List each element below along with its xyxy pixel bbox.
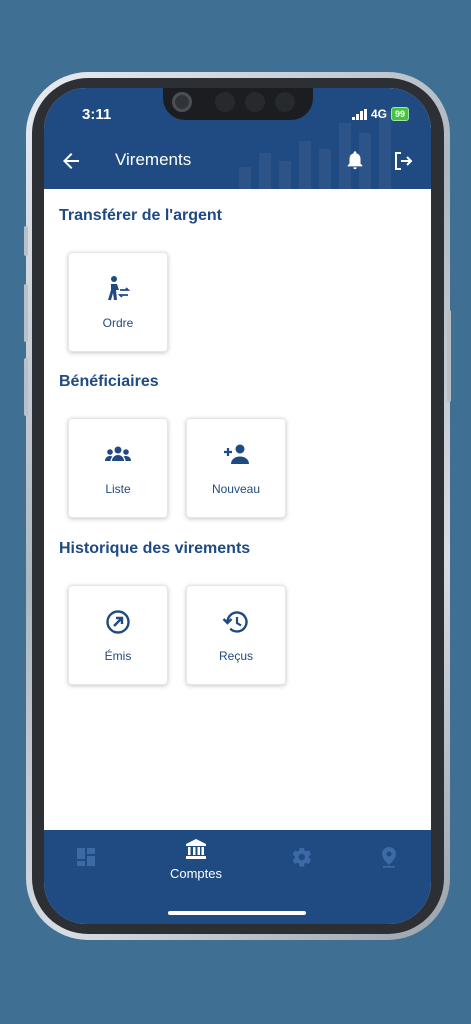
person-transfer-icon bbox=[108, 276, 131, 300]
logout-icon bbox=[395, 152, 413, 170]
tile-liste[interactable]: Liste bbox=[68, 418, 168, 518]
top-app-bar: 3:11 4G 99 Virements bbox=[44, 88, 431, 189]
nav-comptes[interactable]: Comptes bbox=[163, 838, 229, 881]
sensor bbox=[245, 92, 265, 112]
nav-settings[interactable] bbox=[291, 846, 313, 868]
nav-dashboard[interactable] bbox=[75, 846, 97, 868]
tile-nouveau[interactable]: Nouveau bbox=[186, 418, 286, 518]
dashboard-icon bbox=[77, 848, 95, 866]
history-icon bbox=[222, 611, 248, 633]
section-title-transfer: Transférer de l'argent bbox=[59, 207, 222, 224]
front-camera bbox=[172, 92, 192, 112]
arrow-left-icon bbox=[63, 153, 79, 169]
sensor bbox=[275, 92, 295, 112]
volume-down-button bbox=[24, 358, 28, 416]
power-button bbox=[447, 310, 451, 402]
mute-switch bbox=[24, 226, 28, 256]
tile-label: Reçus bbox=[218, 649, 253, 663]
network-type: 4G bbox=[370, 107, 387, 121]
status-indicators: 4G 99 bbox=[351, 107, 409, 121]
tile-label: Liste bbox=[105, 482, 131, 496]
section-title-beneficiaries: Bénéficiaires bbox=[59, 373, 159, 390]
gear-icon bbox=[292, 847, 311, 867]
page-title: Virements bbox=[115, 150, 192, 169]
logout-button[interactable] bbox=[391, 149, 415, 173]
location-pin-icon bbox=[382, 847, 396, 868]
nav-location[interactable] bbox=[378, 846, 400, 868]
app-screen: 3:11 4G 99 Virements Transférer de l'arg… bbox=[44, 88, 431, 924]
add-person-icon bbox=[224, 444, 249, 464]
tile-recus[interactable]: Reçus bbox=[186, 585, 286, 685]
tile-ordre[interactable]: Ordre bbox=[68, 252, 168, 352]
status-time: 3:11 bbox=[82, 106, 112, 123]
nav-label: Comptes bbox=[169, 866, 223, 881]
group-icon bbox=[105, 446, 131, 461]
tile-label: Émis bbox=[104, 649, 132, 663]
bank-icon bbox=[186, 839, 206, 859]
tile-label: Ordre bbox=[102, 316, 134, 330]
tile-label: Nouveau bbox=[211, 482, 261, 496]
home-indicator[interactable] bbox=[168, 911, 306, 915]
section-title-history: Historique des virements bbox=[59, 540, 251, 557]
sent-arrow-icon bbox=[106, 610, 130, 634]
bell-icon bbox=[347, 151, 363, 170]
notifications-button[interactable] bbox=[344, 149, 366, 173]
signal-icon bbox=[351, 108, 367, 120]
back-button[interactable] bbox=[59, 149, 83, 173]
volume-up-button bbox=[24, 284, 28, 342]
sensor bbox=[215, 92, 235, 112]
camera-notch bbox=[163, 88, 313, 120]
tile-emis[interactable]: Émis bbox=[68, 585, 168, 685]
battery-icon: 99 bbox=[390, 107, 409, 121]
bottom-navigation: Comptes bbox=[44, 830, 431, 924]
